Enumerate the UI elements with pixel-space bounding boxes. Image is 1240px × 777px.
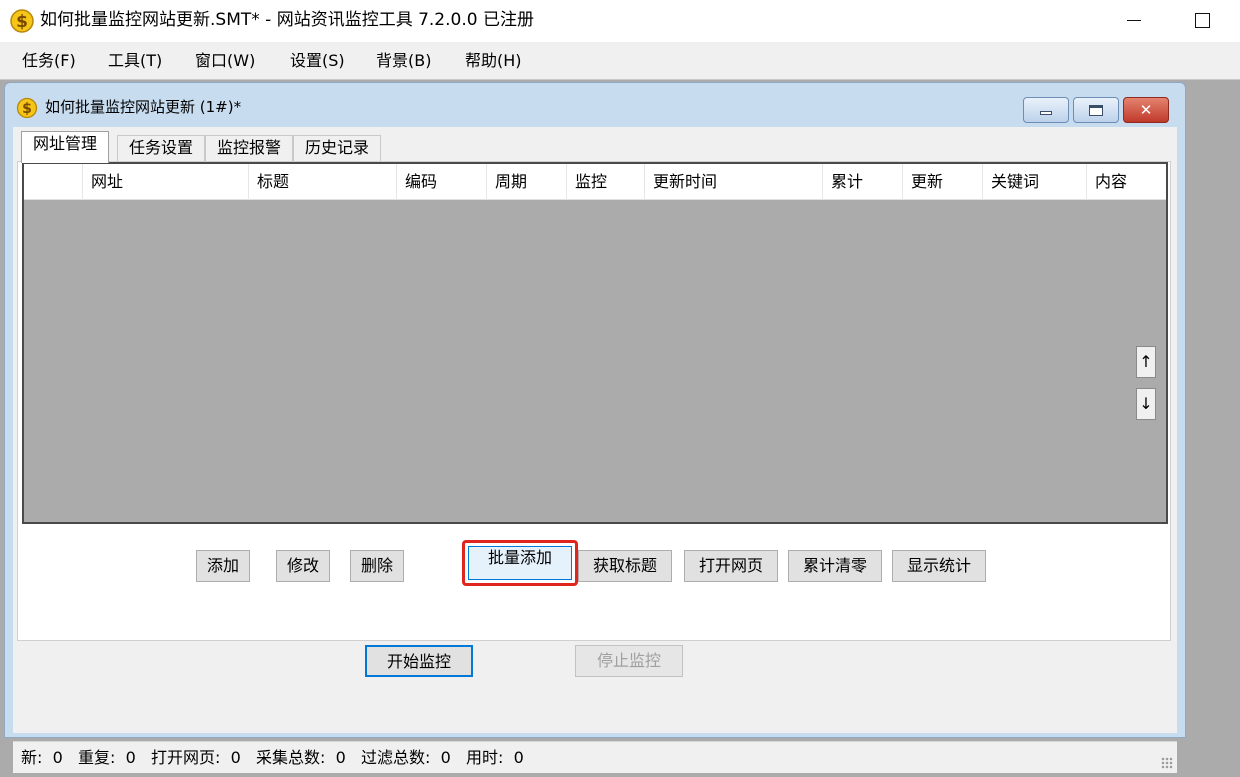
- status-bar: 新: 0 重复: 0 打开网页: 0 采集总数: 0 过滤总数: 0 用时: 0: [13, 741, 1177, 773]
- column-header-encoding[interactable]: 编码: [396, 164, 486, 200]
- task-window-title: 如何批量监控网站更新 (1#)*: [45, 98, 242, 116]
- menu-help[interactable]: 帮助(H): [465, 50, 522, 72]
- column-header-content[interactable]: 内容: [1086, 164, 1166, 200]
- start-monitor-button[interactable]: 开始监控: [365, 645, 473, 677]
- maximize-icon: [1194, 12, 1210, 28]
- url-management-panel: 网址 标题 编码 周期 监控 更新时间 累计 更新 关键词 内容 ↑ ↓ 添加 …: [17, 161, 1171, 641]
- url-table[interactable]: 网址 标题 编码 周期 监控 更新时间 累计 更新 关键词 内容 ↑ ↓: [22, 162, 1168, 524]
- edit-button[interactable]: 修改: [276, 550, 330, 582]
- arrow-down-icon: ↓: [1139, 394, 1153, 413]
- reset-count-button[interactable]: 累计清零: [788, 550, 882, 582]
- resize-grip-icon[interactable]: [1161, 757, 1173, 769]
- batch-add-button[interactable]: 批量添加: [462, 540, 578, 586]
- table-header: 网址 标题 编码 周期 监控 更新时间 累计 更新 关键词 内容: [24, 164, 1166, 200]
- move-down-button[interactable]: ↓: [1136, 388, 1156, 420]
- menu-window[interactable]: 窗口(W): [195, 50, 255, 72]
- stop-monitor-button[interactable]: 停止监控: [575, 645, 683, 677]
- menu-settings[interactable]: 设置(S): [290, 50, 345, 72]
- dollar-coin-icon: $: [16, 97, 38, 119]
- delete-button[interactable]: 删除: [350, 550, 404, 582]
- child-close-button[interactable]: ✕: [1123, 97, 1169, 123]
- batch-add-label: 批量添加: [468, 546, 572, 580]
- task-window-titlebar[interactable]: $ 如何批量监控网站更新 (1#)* ✕: [5, 83, 1185, 125]
- minimize-icon: [1127, 19, 1141, 21]
- menu-task[interactable]: 任务(F): [22, 50, 76, 72]
- maximize-button[interactable]: [1172, 0, 1232, 40]
- child-minimize-button[interactable]: [1023, 97, 1069, 123]
- task-window: $ 如何批量监控网站更新 (1#)* ✕ 网址管理 任务设置 监控报警 历史记录…: [4, 82, 1186, 773]
- show-stats-button[interactable]: 显示统计: [892, 550, 986, 582]
- tab-history[interactable]: 历史记录: [293, 135, 381, 161]
- menu-tools[interactable]: 工具(T): [108, 50, 162, 72]
- column-header-update-time[interactable]: 更新时间: [644, 164, 822, 200]
- status-text: 新: 0 重复: 0 打开网页: 0 采集总数: 0 过滤总数: 0 用时: 0: [21, 748, 524, 767]
- app-title: 如何批量监控网站更新.SMT* - 网站资讯监控工具 7.2.0.0 已注册: [40, 10, 534, 30]
- column-header-total[interactable]: 累计: [822, 164, 902, 200]
- dollar-coin-icon: $: [10, 9, 34, 33]
- column-header-select[interactable]: [24, 164, 82, 200]
- open-page-button[interactable]: 打开网页: [684, 550, 778, 582]
- child-restore-button[interactable]: [1073, 97, 1119, 123]
- column-header-update[interactable]: 更新: [902, 164, 982, 200]
- move-up-button[interactable]: ↑: [1136, 346, 1156, 378]
- close-icon: ✕: [1139, 100, 1153, 119]
- svg-text:$: $: [16, 12, 28, 32]
- menu-bar: 任务(F) 工具(T) 窗口(W) 设置(S) 背景(B) 帮助(H): [0, 42, 1240, 80]
- tab-url-management[interactable]: 网址管理: [21, 131, 109, 163]
- minimize-button[interactable]: [1104, 0, 1164, 40]
- minimize-icon: [1040, 111, 1052, 115]
- add-button[interactable]: 添加: [196, 550, 250, 582]
- arrow-up-icon: ↑: [1139, 352, 1153, 371]
- column-header-keyword[interactable]: 关键词: [982, 164, 1086, 200]
- app-titlebar: $ 如何批量监控网站更新.SMT* - 网站资讯监控工具 7.2.0.0 已注册: [0, 0, 1240, 42]
- restore-icon: [1089, 104, 1103, 116]
- tab-monitor-alarm[interactable]: 监控报警: [205, 135, 293, 161]
- menu-background[interactable]: 背景(B): [376, 50, 431, 72]
- task-window-client: 网址管理 任务设置 监控报警 历史记录 网址 标题 编码 周期 监控 更新时间 …: [13, 127, 1177, 773]
- column-header-url[interactable]: 网址: [82, 164, 248, 200]
- column-header-monitor[interactable]: 监控: [566, 164, 644, 200]
- svg-text:$: $: [22, 101, 32, 117]
- column-header-cycle[interactable]: 周期: [486, 164, 566, 200]
- tab-task-settings[interactable]: 任务设置: [117, 135, 205, 161]
- fetch-title-button[interactable]: 获取标题: [578, 550, 672, 582]
- column-header-title[interactable]: 标题: [248, 164, 396, 200]
